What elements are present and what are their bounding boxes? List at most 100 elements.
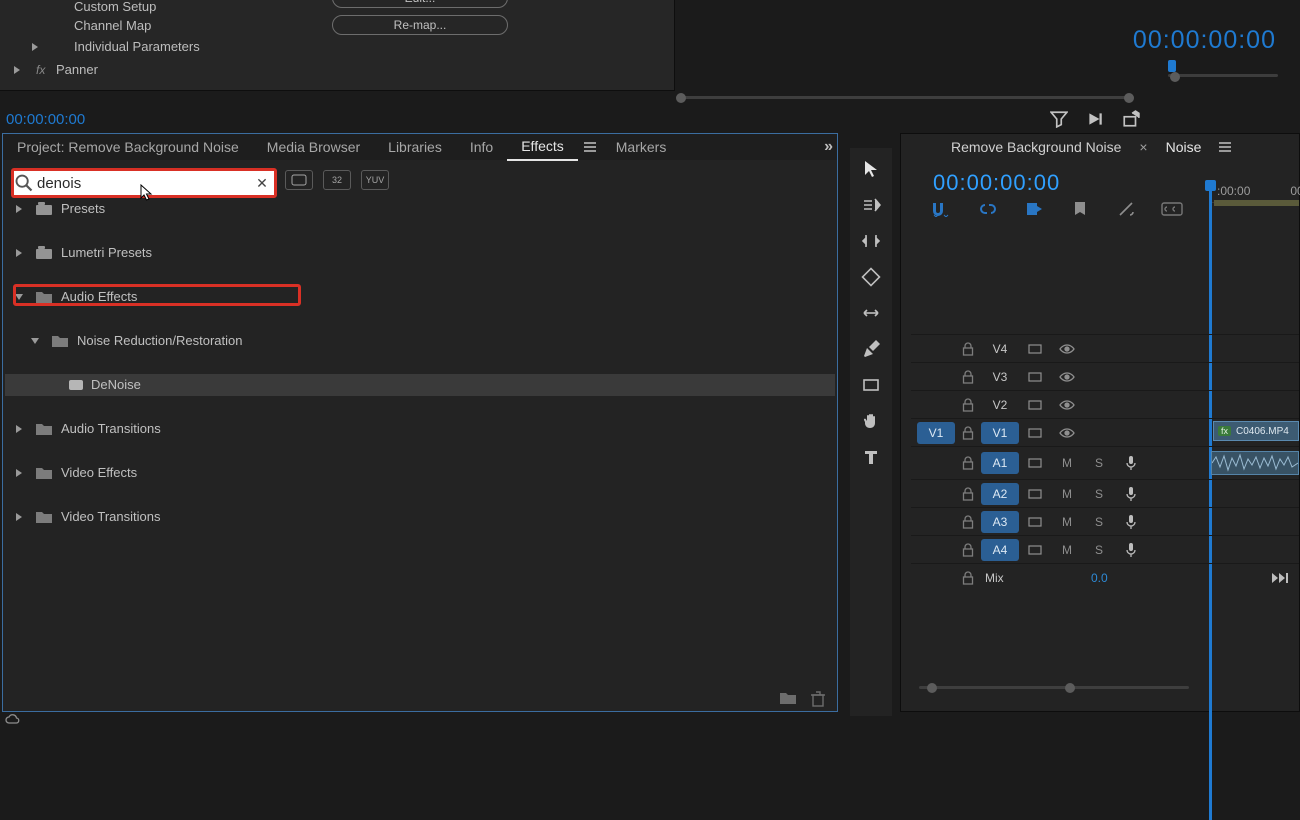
- source-patch[interactable]: V1: [917, 422, 955, 444]
- lock-icon[interactable]: [955, 515, 981, 529]
- tree-item-audio-effects[interactable]: Audio Effects: [5, 286, 835, 308]
- voiceover-icon[interactable]: [1115, 514, 1147, 530]
- search-field[interactable]: [34, 175, 254, 192]
- lock-icon[interactable]: [955, 342, 981, 356]
- track-row-v1[interactable]: V1 V1 fx C0406.MP4: [911, 418, 1299, 446]
- accelerated-filter-icon[interactable]: [285, 170, 313, 190]
- track-row-a4[interactable]: A4 M S: [911, 535, 1299, 563]
- track-name[interactable]: V3: [981, 366, 1019, 388]
- track-row-a1[interactable]: A1 M S: [911, 446, 1299, 479]
- program-ruler[interactable]: [1168, 60, 1278, 84]
- sync-lock-icon[interactable]: [1019, 427, 1051, 439]
- selection-tool-icon[interactable]: [858, 156, 884, 182]
- work-area-bar[interactable]: [1214, 200, 1299, 206]
- track-row-v3[interactable]: V3: [911, 362, 1299, 390]
- ripple-edit-tool-icon[interactable]: [858, 228, 884, 254]
- remap-button[interactable]: Re-map...: [332, 15, 508, 35]
- sequence-tab-1[interactable]: Remove Background Noise: [941, 139, 1131, 155]
- solo-toggle[interactable]: S: [1083, 456, 1115, 470]
- voiceover-icon[interactable]: [1115, 486, 1147, 502]
- video-clip[interactable]: fx C0406.MP4: [1213, 421, 1299, 441]
- close-tab-icon[interactable]: ×: [1131, 139, 1155, 155]
- sync-lock-icon[interactable]: [1019, 488, 1051, 500]
- track-name[interactable]: V4: [981, 338, 1019, 360]
- expand-icon[interactable]: [12, 65, 22, 75]
- tree-item-noise-reduction[interactable]: Noise Reduction/Restoration: [5, 330, 835, 352]
- captions-icon[interactable]: [1161, 200, 1183, 218]
- linked-selection-icon[interactable]: [977, 200, 999, 218]
- track-row-a3[interactable]: A3 M S: [911, 507, 1299, 535]
- effects-search-input[interactable]: ✕: [11, 168, 277, 198]
- audio-clip[interactable]: [1211, 451, 1299, 475]
- lock-icon[interactable]: [955, 426, 981, 440]
- timeline-zoom-scrollbar[interactable]: [919, 681, 1189, 695]
- sync-lock-icon[interactable]: [1019, 544, 1051, 556]
- sync-lock-icon[interactable]: [1019, 343, 1051, 355]
- solo-toggle[interactable]: S: [1083, 487, 1115, 501]
- sync-lock-icon[interactable]: [1019, 399, 1051, 411]
- insert-icon[interactable]: [1086, 110, 1104, 130]
- track-row-mix[interactable]: Mix 0.0: [911, 563, 1299, 591]
- track-name[interactable]: A4: [981, 539, 1019, 561]
- tab-info[interactable]: Info: [456, 134, 507, 160]
- tree-item-video-transitions[interactable]: Video Transitions: [5, 506, 835, 528]
- tree-item-video-effects[interactable]: Video Effects: [5, 462, 835, 484]
- panel-menu-icon[interactable]: [1213, 142, 1237, 152]
- overflow-icon[interactable]: »: [824, 138, 831, 156]
- mix-value[interactable]: 0.0: [1091, 571, 1108, 585]
- tab-libraries[interactable]: Libraries: [374, 134, 456, 160]
- solo-toggle[interactable]: S: [1083, 543, 1115, 557]
- export-frame-icon[interactable]: [1122, 110, 1140, 130]
- track-name[interactable]: A3: [981, 511, 1019, 533]
- expand-icon[interactable]: [30, 42, 40, 52]
- panel-menu-icon[interactable]: [578, 142, 602, 152]
- lock-icon[interactable]: [955, 543, 981, 557]
- snap-icon[interactable]: [931, 200, 953, 218]
- program-timecode[interactable]: 00:00:00:00: [1133, 26, 1276, 55]
- track-select-tool-icon[interactable]: [858, 192, 884, 218]
- marker-icon[interactable]: [1069, 200, 1091, 218]
- horizontal-scrollbar[interactable]: [676, 92, 1134, 106]
- track-name[interactable]: A1: [981, 452, 1019, 474]
- mute-toggle[interactable]: M: [1051, 456, 1083, 470]
- timeline-timecode[interactable]: 00:00:00:00: [933, 170, 1060, 196]
- tab-media-browser[interactable]: Media Browser: [253, 134, 374, 160]
- adobe-cloud-icon[interactable]: [4, 711, 20, 727]
- settings-icon[interactable]: [1115, 200, 1137, 218]
- voiceover-icon[interactable]: [1115, 542, 1147, 558]
- hand-tool-icon[interactable]: [858, 408, 884, 434]
- eye-icon[interactable]: [1051, 343, 1083, 355]
- tree-item-denoise[interactable]: DeNoise: [5, 374, 835, 396]
- mute-toggle[interactable]: M: [1051, 487, 1083, 501]
- lock-icon[interactable]: [955, 571, 981, 585]
- razor-tool-icon[interactable]: [858, 264, 884, 290]
- track-name[interactable]: Mix: [981, 567, 1035, 589]
- lock-icon[interactable]: [955, 487, 981, 501]
- sync-lock-icon[interactable]: [1019, 457, 1051, 469]
- tab-project[interactable]: Project: Remove Background Noise: [3, 134, 253, 160]
- type-tool-icon[interactable]: [858, 444, 884, 470]
- tree-item-presets[interactable]: Presets: [5, 198, 835, 220]
- eye-icon[interactable]: [1051, 427, 1083, 439]
- rectangle-tool-icon[interactable]: [858, 372, 884, 398]
- jump-to-end-icon[interactable]: [1271, 571, 1289, 585]
- solo-toggle[interactable]: S: [1083, 515, 1115, 529]
- track-name[interactable]: A2: [981, 483, 1019, 505]
- tree-item-lumetri[interactable]: Lumetri Presets: [5, 242, 835, 264]
- track-row-a2[interactable]: A2 M S: [911, 479, 1299, 507]
- filter-funnel-icon[interactable]: [1050, 110, 1068, 130]
- slip-tool-icon[interactable]: [858, 300, 884, 326]
- lock-icon[interactable]: [955, 456, 981, 470]
- 32bit-filter-icon[interactable]: 32: [323, 170, 351, 190]
- yuv-filter-icon[interactable]: YUV: [361, 170, 389, 190]
- track-name[interactable]: V2: [981, 394, 1019, 416]
- edit-button[interactable]: Edit...: [332, 0, 508, 8]
- param-panner[interactable]: Panner: [56, 59, 98, 81]
- track-row-v2[interactable]: V2: [911, 390, 1299, 418]
- tab-markers[interactable]: Markers: [602, 134, 681, 160]
- lock-icon[interactable]: [955, 398, 981, 412]
- eye-icon[interactable]: [1051, 399, 1083, 411]
- delete-icon[interactable]: [811, 691, 825, 707]
- mute-toggle[interactable]: M: [1051, 515, 1083, 529]
- voiceover-icon[interactable]: [1115, 455, 1147, 471]
